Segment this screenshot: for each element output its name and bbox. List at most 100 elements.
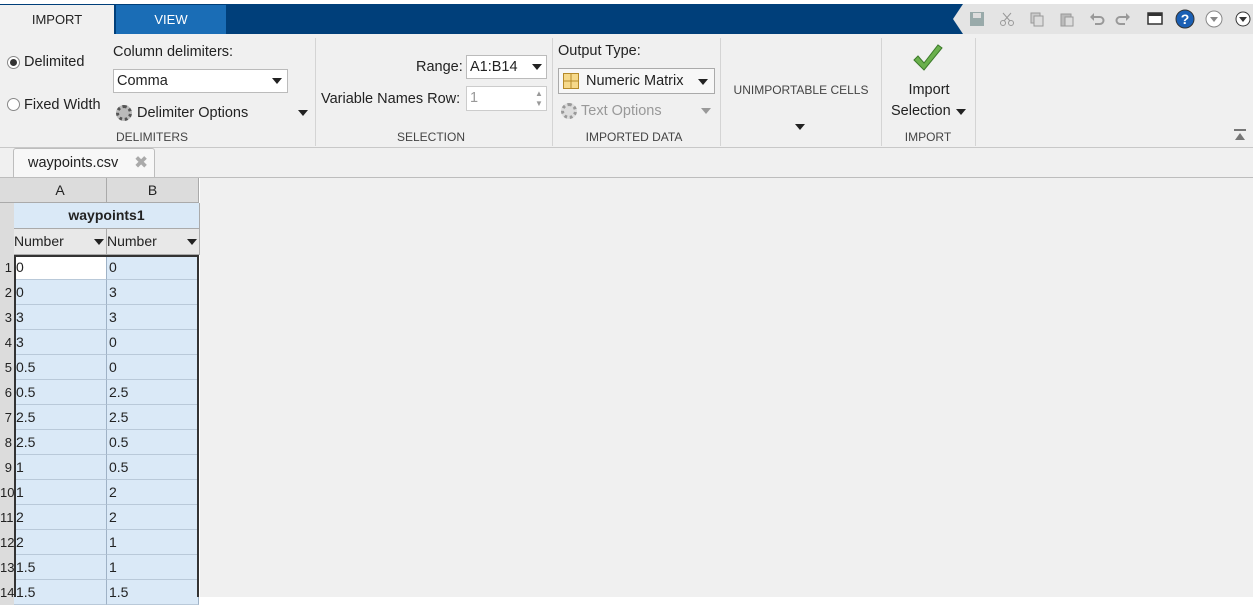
chevron-down-icon	[532, 64, 542, 70]
row-number: 9	[0, 455, 14, 480]
delimiter-options-button[interactable]: Delimiter Options	[137, 105, 248, 121]
table-cell[interactable]: 0	[14, 280, 107, 305]
text-options-dropdown-icon[interactable]	[701, 108, 711, 114]
table-cell[interactable]: 0	[14, 255, 107, 280]
import-grid: A B waypoints1 Number Number 10020333343…	[0, 178, 200, 605]
column-type-b-label: Number	[107, 233, 157, 249]
column-type-b[interactable]: Number	[107, 229, 200, 255]
paste-icon[interactable]	[1059, 11, 1075, 27]
table-cell[interactable]: 1.5	[14, 580, 107, 605]
variable-name-field[interactable]: waypoints1	[14, 203, 200, 229]
column-delimiter-value: Comma	[117, 73, 168, 89]
tab-view[interactable]: VIEW	[116, 5, 226, 34]
row-number: 1	[0, 255, 14, 280]
table-cell[interactable]: 2	[107, 480, 199, 505]
table-cell[interactable]: 2	[107, 505, 199, 530]
column-header-a[interactable]: A	[14, 178, 107, 203]
selection-section-label: SELECTION	[396, 130, 465, 144]
table-cell[interactable]: 1.5	[14, 555, 107, 580]
row-number: 14	[0, 580, 14, 605]
text-options-gear-icon	[561, 103, 577, 119]
fixed-width-radio[interactable]	[7, 98, 20, 111]
output-type-label: Output Type:	[558, 43, 641, 59]
table-cell[interactable]: 1.5	[107, 580, 199, 605]
delimiter-options-dropdown-icon[interactable]	[298, 110, 308, 116]
output-type-select[interactable]: Numeric Matrix	[558, 68, 715, 94]
column-header-b[interactable]: B	[107, 178, 199, 203]
column-type-a[interactable]: Number	[14, 229, 107, 255]
undo-icon[interactable]	[1089, 11, 1105, 27]
table-cell[interactable]: 0	[107, 355, 199, 380]
delimited-radio[interactable]	[7, 56, 20, 69]
import-selection-button[interactable]: Import Selection	[885, 40, 973, 128]
table-cell[interactable]: 1	[107, 555, 199, 580]
table-cell[interactable]: 0.5	[14, 380, 107, 405]
matrix-icon	[563, 73, 579, 89]
table-cell[interactable]: 0.5	[14, 355, 107, 380]
header-gutter	[0, 203, 14, 256]
table-cell[interactable]: 3	[14, 305, 107, 330]
import-button-line1: Import	[908, 82, 950, 98]
row-number: 8	[0, 430, 14, 455]
stepper-down-icon[interactable]: ▼	[535, 100, 543, 108]
table-cell[interactable]: 3	[14, 330, 107, 355]
collapse-ribbon-icon[interactable]	[1233, 128, 1247, 142]
table-cell[interactable]: 0.5	[107, 455, 199, 480]
switch-windows-icon[interactable]	[1147, 11, 1163, 27]
column-delimiter-select[interactable]: Comma	[113, 69, 288, 93]
delimited-label[interactable]: Delimited	[24, 54, 84, 70]
table-cell[interactable]: 0.5	[107, 430, 199, 455]
section-divider	[975, 38, 976, 146]
row-number: 4	[0, 330, 14, 355]
help-icon[interactable]: ?	[1175, 9, 1195, 29]
stepper-up-icon[interactable]: ▲	[535, 90, 543, 98]
table-cell[interactable]: 1	[14, 455, 107, 480]
row-number: 12	[0, 530, 14, 555]
range-label: Range:	[416, 59, 463, 75]
redo-icon[interactable]	[1115, 11, 1131, 27]
fixed-width-label[interactable]: Fixed Width	[24, 97, 101, 113]
delimiters-section-label: DELIMITERS	[115, 130, 188, 144]
tab-import[interactable]: IMPORT	[0, 5, 114, 34]
range-input[interactable]: A1:B14	[466, 55, 547, 79]
checkmark-icon	[913, 44, 943, 71]
unimportable-cells-dropdown-icon[interactable]	[795, 124, 805, 130]
top-bar: IMPORT VIEW ?	[0, 0, 1253, 34]
table-cell[interactable]: 2.5	[107, 405, 199, 430]
cut-icon[interactable]	[999, 11, 1015, 27]
expand-icon[interactable]	[1235, 11, 1251, 27]
table-cell[interactable]: 2	[14, 530, 107, 555]
row-number: 5	[0, 355, 14, 380]
table-cell[interactable]: 1	[14, 480, 107, 505]
table-cell[interactable]: 1	[107, 530, 199, 555]
imported-data-section-label: IMPORTED DATA	[585, 130, 683, 144]
row-number: 6	[0, 380, 14, 405]
table-cell[interactable]: 3	[107, 305, 199, 330]
table-cell[interactable]: 2.5	[107, 380, 199, 405]
document-tab-strip: waypoints.csv ✖	[0, 148, 1253, 178]
text-options-button[interactable]: Text Options	[581, 103, 662, 119]
table-cell[interactable]: 3	[107, 280, 199, 305]
table-cell[interactable]: 2	[14, 505, 107, 530]
table-cell[interactable]: 0	[107, 255, 199, 280]
close-icon[interactable]: ✖	[134, 153, 148, 173]
variable-names-row-value: 1	[470, 90, 479, 106]
variable-names-row-label: Variable Names Row:	[321, 91, 461, 107]
variable-names-row-input[interactable]: 1 ▲ ▼	[466, 86, 547, 111]
table-cell[interactable]: 0	[107, 330, 199, 355]
table-cell[interactable]: 2.5	[14, 430, 107, 455]
ribbon: Delimited Fixed Width Column delimiters:…	[0, 34, 1253, 148]
row-number: 10	[0, 480, 14, 505]
row-number: 2	[0, 280, 14, 305]
section-divider	[315, 38, 316, 146]
save-icon[interactable]	[969, 11, 985, 27]
import-button-line2: Selection	[891, 103, 951, 119]
chevron-down-icon	[272, 78, 282, 84]
chevron-down-icon	[698, 79, 708, 85]
table-cell[interactable]: 2.5	[14, 405, 107, 430]
import-dropdown-icon	[956, 109, 966, 115]
corner-cell	[0, 178, 14, 203]
copy-icon[interactable]	[1029, 11, 1045, 27]
document-tab[interactable]: waypoints.csv ✖	[13, 148, 155, 177]
minimize-ribbon-icon[interactable]	[1205, 10, 1223, 28]
